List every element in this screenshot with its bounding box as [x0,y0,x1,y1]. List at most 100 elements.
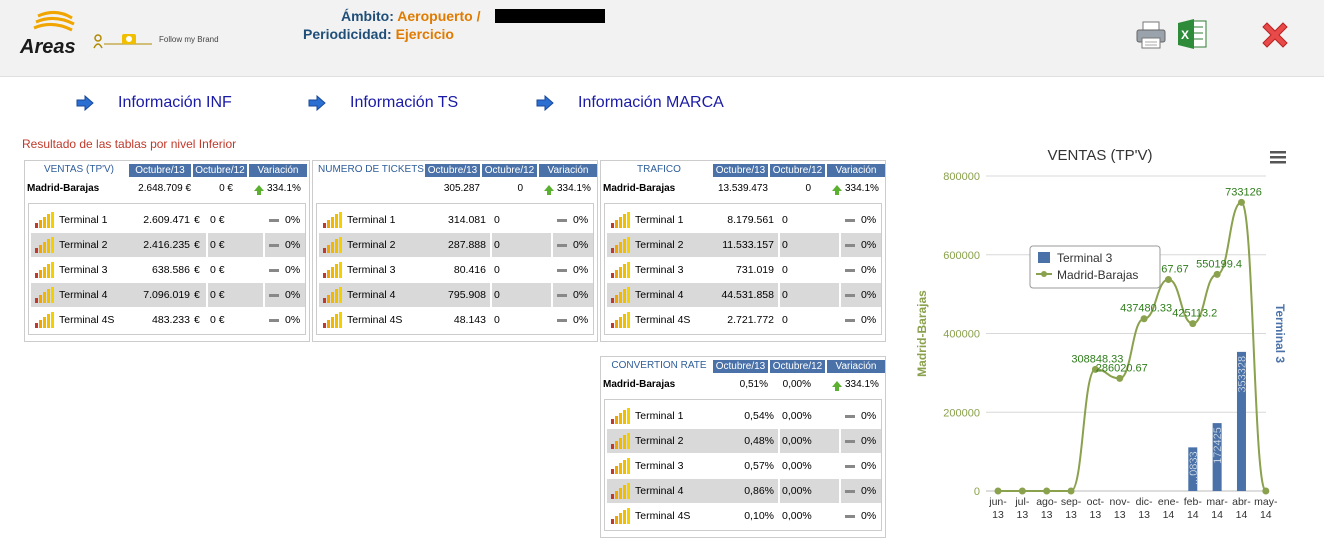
column-header: Octubre/13 [713,360,768,373]
value-current: 7.096.019 [143,289,190,301]
bar-chart-icon[interactable] [610,311,630,329]
value-current: 483.233 [152,314,190,326]
redacted-block [495,9,605,23]
value-previous: 0 € [206,233,225,257]
no-change-dash-icon [269,294,279,297]
bar-chart-icon[interactable] [322,286,342,304]
bar-chart-icon[interactable] [610,482,630,500]
summary-variation: 334.1% [845,183,879,194]
summary-value-current: 13.539.473 [717,183,768,194]
value-previous: 0,00% [778,479,812,503]
variation-percent: 0% [573,239,589,251]
ambito-value: Aeropuerto / [397,8,481,24]
nav-informacion-ts[interactable]: Información TS [350,94,458,112]
bar-data-label: 172425 [1212,427,1224,464]
nav-informacion-inf[interactable]: Información INF [118,94,232,112]
variation-percent: 0% [861,264,877,276]
ambito-label: Ámbito: [341,8,394,24]
x-tick-label: 14 [1163,509,1175,521]
bar-chart-icon[interactable] [610,286,630,304]
bar-chart-icon[interactable] [34,261,54,279]
summary-value-previous: 0 [805,183,811,194]
summary-value-current: 2.648.709 € [138,183,191,194]
periodicidad-label: Periodicidad: [303,26,392,42]
value-previous: 0 [778,258,788,282]
bar-chart-icon[interactable] [34,311,54,329]
line-point [1043,487,1051,495]
bar-chart-icon[interactable] [322,261,342,279]
summary-value-current: 0,51% [739,379,768,390]
up-arrow-icon [831,183,843,195]
bar-chart-icon[interactable] [34,211,54,229]
no-change-dash-icon [557,294,567,297]
currency-unit: € [194,239,200,251]
y-tick-label: 800000 [943,171,980,183]
bar-chart-icon[interactable] [610,211,630,229]
table-row: Terminal 3 638.586 €0 €0% [31,258,305,282]
value-current: 0,10% [744,510,774,522]
no-change-dash-icon [557,219,567,222]
value-current: 638.586 [152,264,190,276]
bar-chart-icon[interactable] [610,507,630,525]
column-header: Octubre/13 [713,164,768,177]
nav-informacion-marca[interactable]: Información MARCA [578,94,724,112]
variation-percent: 0% [861,314,877,326]
table-row: Terminal 4S 0,10% 0,00% 0% [607,504,881,528]
variation-percent: 0% [861,435,877,447]
no-change-dash-icon [845,465,855,468]
legend-swatch-terminal-3 [1038,252,1050,263]
value-previous: 0 [490,258,500,282]
line-data-label: 425113.2 [1172,308,1217,320]
line-point [1018,487,1026,495]
bar-chart-icon[interactable] [322,311,342,329]
bar-chart-icon[interactable] [610,457,630,475]
periodicidad-value: Ejercicio [395,26,454,42]
currency-unit: € [194,264,200,276]
value-current: 2.721.772 [727,314,774,326]
bar-chart-icon[interactable] [610,236,630,254]
currency-unit: € [194,214,200,226]
x-tick-label: ago- [1036,496,1058,508]
variation-percent: 0% [573,264,589,276]
value-previous: 0 [490,283,500,307]
table-row: Terminal 4 0,86% 0,00% 0% [607,479,881,503]
column-header: Variación [827,360,885,373]
table-row: Terminal 1 314.081 0 0% [319,208,593,232]
column-header: Octubre/12 [482,164,537,177]
printer-icon[interactable] [1134,20,1168,50]
bar-chart-icon[interactable] [610,432,630,450]
excel-icon[interactable]: X [1176,17,1208,51]
no-change-dash-icon [845,490,855,493]
value-current: 2.416.235 [143,239,190,251]
x-tick-label: 13 [1138,509,1150,521]
value-previous: 0 € [206,283,225,307]
periodicidad-line: Periodicidad: Ejercicio [303,26,454,42]
brand-text: Follow my Brand [159,35,219,44]
value-previous: 0 [490,208,500,232]
column-header: Variación [827,164,885,177]
variation-percent: 0% [861,410,877,422]
bar-chart-icon[interactable] [322,211,342,229]
value-previous: 0,00% [778,454,812,478]
bar-chart-icon[interactable] [34,286,54,304]
close-icon[interactable] [1258,18,1292,52]
bar-chart-icon[interactable] [610,261,630,279]
value-current: 287.888 [448,239,486,251]
up-arrow-icon [253,183,265,195]
variation-percent: 0% [861,214,877,226]
legend-label-madrid-barajas: Madrid-Barajas [1057,268,1138,282]
bar-chart-icon[interactable] [322,236,342,254]
terminals-list: Terminal 1 2.609.471 €0 €0% Terminal 2 2.416… [28,203,306,335]
x-tick-label: 13 [1065,509,1077,521]
value-current: 795.908 [448,289,486,301]
line-point [1213,270,1221,278]
table-row: Terminal 2 2.416.235 €0 €0% [31,233,305,257]
line-data-label: 733126 [1225,186,1262,198]
column-header: Variación [249,164,307,177]
x-tick-label: 13 [1090,509,1102,521]
summary-name: Madrid-Barajas [27,183,100,194]
svg-text:X: X [1181,28,1189,42]
hamburger-menu-icon[interactable] [1270,151,1286,164]
bar-chart-icon[interactable] [34,236,54,254]
bar-chart-icon[interactable] [610,407,630,425]
